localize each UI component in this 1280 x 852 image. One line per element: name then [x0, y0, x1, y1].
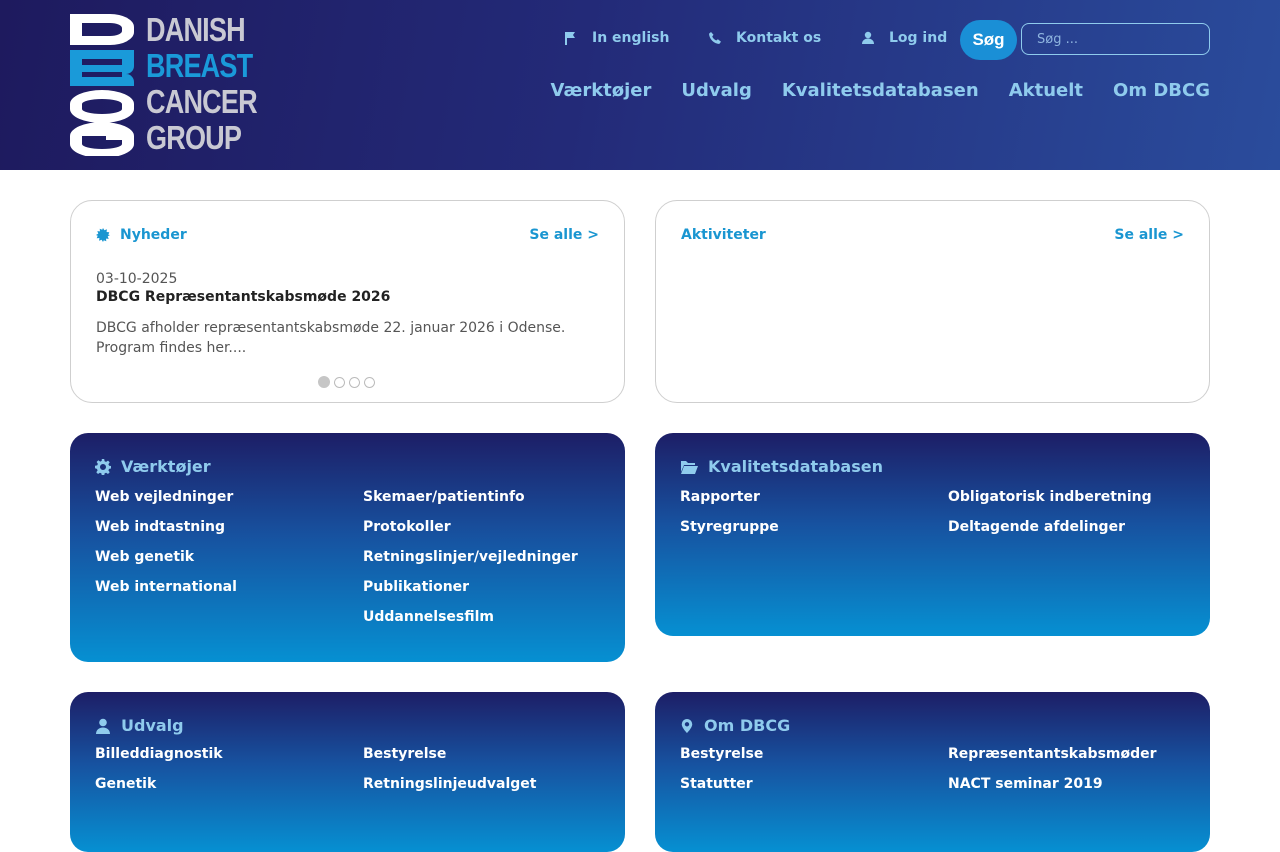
logo-word: BREAST [146, 47, 253, 84]
search-input[interactable] [1021, 23, 1210, 55]
tools-link[interactable]: Web genetik [95, 547, 237, 567]
tools-column-1: Web vejledninger Web indtastning Web gen… [95, 487, 237, 597]
carousel-dot[interactable] [364, 376, 375, 388]
contact-link-label: Kontakt os [736, 30, 822, 46]
quality-link[interactable]: Obligatorisk indberetning [948, 487, 1152, 507]
site-header: DANISH BREAST CANCER GROUP In english Ko… [0, 0, 1280, 170]
about-column-1: Bestyrelse Statutter [680, 744, 763, 794]
news-excerpt: DBCG afholder repræsentantskabsmøde 22. … [96, 320, 566, 356]
about-link[interactable]: NACT seminar 2019 [948, 774, 1157, 794]
search-button[interactable]: Søg [960, 20, 1017, 60]
quality-column-2: Obligatorisk indberetning Deltagende afd… [948, 487, 1152, 537]
tools-panel-title[interactable]: Værktøjer [121, 457, 211, 476]
starburst-icon [96, 228, 110, 242]
about-link[interactable]: Bestyrelse [680, 744, 763, 764]
nav-item-vaerktoejer[interactable]: Værktøjer [551, 80, 652, 101]
logo-word: GROUP [146, 119, 242, 156]
tools-link[interactable]: Web vejledninger [95, 487, 237, 507]
committees-link[interactable]: Bestyrelse [363, 744, 536, 764]
nav-item-kvalitetsdatabasen[interactable]: Kvalitetsdatabasen [782, 80, 979, 101]
committees-panel-title[interactable]: Udvalg [121, 716, 184, 735]
english-link[interactable]: In english [564, 30, 669, 46]
main-nav: Værktøjer Udvalg Kvalitetsdatabasen Aktu… [551, 80, 1210, 101]
dbcg-monogram-icon [70, 14, 134, 156]
tools-link[interactable]: Web indtastning [95, 517, 237, 537]
tools-link[interactable]: Publikationer [363, 577, 578, 597]
carousel-dot[interactable] [318, 376, 330, 388]
news-see-all-link[interactable]: Se alle > [529, 227, 599, 243]
contact-link[interactable]: Kontakt os [708, 30, 821, 46]
quality-database-panel: Kvalitetsdatabasen Rapporter Styregruppe… [655, 433, 1210, 636]
about-column-2: Repræsentantskabsmøder NACT seminar 2019 [948, 744, 1157, 794]
login-link[interactable]: Log ind [861, 30, 947, 46]
folder-open-icon [680, 460, 698, 474]
news-card-title[interactable]: Nyheder [120, 227, 187, 243]
nav-item-aktuelt[interactable]: Aktuelt [1009, 80, 1083, 101]
map-pin-icon [681, 718, 693, 733]
about-panel-header: Om DBCG [680, 716, 790, 735]
about-panel: Om DBCG Bestyrelse Statutter Repræsentan… [655, 692, 1210, 852]
committees-link[interactable]: Genetik [95, 774, 223, 794]
news-carousel-dots [318, 376, 375, 388]
tools-link[interactable]: Web international [95, 577, 237, 597]
english-link-label: In english [592, 30, 670, 46]
about-link[interactable]: Repræsentantskabsmøder [948, 744, 1157, 764]
quality-panel-title[interactable]: Kvalitetsdatabasen [708, 457, 883, 476]
carousel-dot[interactable] [334, 376, 345, 388]
phone-icon [709, 32, 721, 44]
committees-panel-header: Udvalg [95, 716, 184, 735]
activities-see-all-link[interactable]: Se alle > [1114, 227, 1184, 243]
gear-icon [95, 458, 111, 475]
tools-panel-header: Værktøjer [95, 457, 211, 476]
tools-link[interactable]: Protokoller [363, 517, 578, 537]
news-headline[interactable]: DBCG Repræsentantskabsmøde 2026 [96, 289, 390, 305]
activities-card-header: Aktiviteter Se alle > [681, 227, 1184, 243]
committees-column-1: Billeddiagnostik Genetik [95, 744, 223, 794]
about-link[interactable]: Statutter [680, 774, 763, 794]
news-date: 03-10-2025 [96, 271, 178, 287]
tools-panel: Værktøjer Web vejledninger Web indtastni… [70, 433, 625, 662]
activities-card: Aktiviteter Se alle > [655, 200, 1210, 403]
user-icon [862, 31, 874, 44]
committees-panel: Udvalg Billeddiagnostik Genetik Bestyrel… [70, 692, 625, 852]
quality-link[interactable]: Rapporter [680, 487, 779, 507]
quality-link[interactable]: Deltagende afdelinger [948, 517, 1152, 537]
nav-item-om-dbcg[interactable]: Om DBCG [1113, 80, 1210, 101]
news-card: Nyheder Se alle > 03-10-2025 DBCG Repræs… [70, 200, 625, 403]
tools-link[interactable]: Uddannelsesfilm [363, 607, 578, 627]
quality-link[interactable]: Styregruppe [680, 517, 779, 537]
news-card-header: Nyheder Se alle > [96, 227, 599, 243]
quality-panel-header: Kvalitetsdatabasen [680, 457, 883, 476]
nav-item-udvalg[interactable]: Udvalg [681, 80, 751, 101]
committees-link[interactable]: Retningslinjeudvalget [363, 774, 536, 794]
logo-word: DANISH [146, 11, 246, 48]
activities-card-title[interactable]: Aktiviteter [681, 227, 766, 243]
logo-wordmark: DANISH BREAST CANCER GROUP [146, 11, 258, 156]
committees-link[interactable]: Billeddiagnostik [95, 744, 223, 764]
carousel-dot[interactable] [349, 376, 360, 388]
login-link-label: Log ind [889, 30, 948, 46]
user-icon [96, 718, 110, 734]
committees-column-2: Bestyrelse Retningslinjeudvalget [363, 744, 536, 794]
tools-column-2: Skemaer/patientinfo Protokoller Retnings… [363, 487, 578, 627]
quality-column-1: Rapporter Styregruppe [680, 487, 779, 537]
about-panel-title[interactable]: Om DBCG [704, 716, 790, 735]
flag-icon [565, 32, 575, 45]
logo-word: CANCER [146, 83, 258, 120]
tools-link[interactable]: Retningslinjer/vejledninger [363, 547, 578, 567]
dbcg-logo[interactable]: DANISH BREAST CANCER GROUP [70, 12, 258, 156]
tools-link[interactable]: Skemaer/patientinfo [363, 487, 578, 507]
